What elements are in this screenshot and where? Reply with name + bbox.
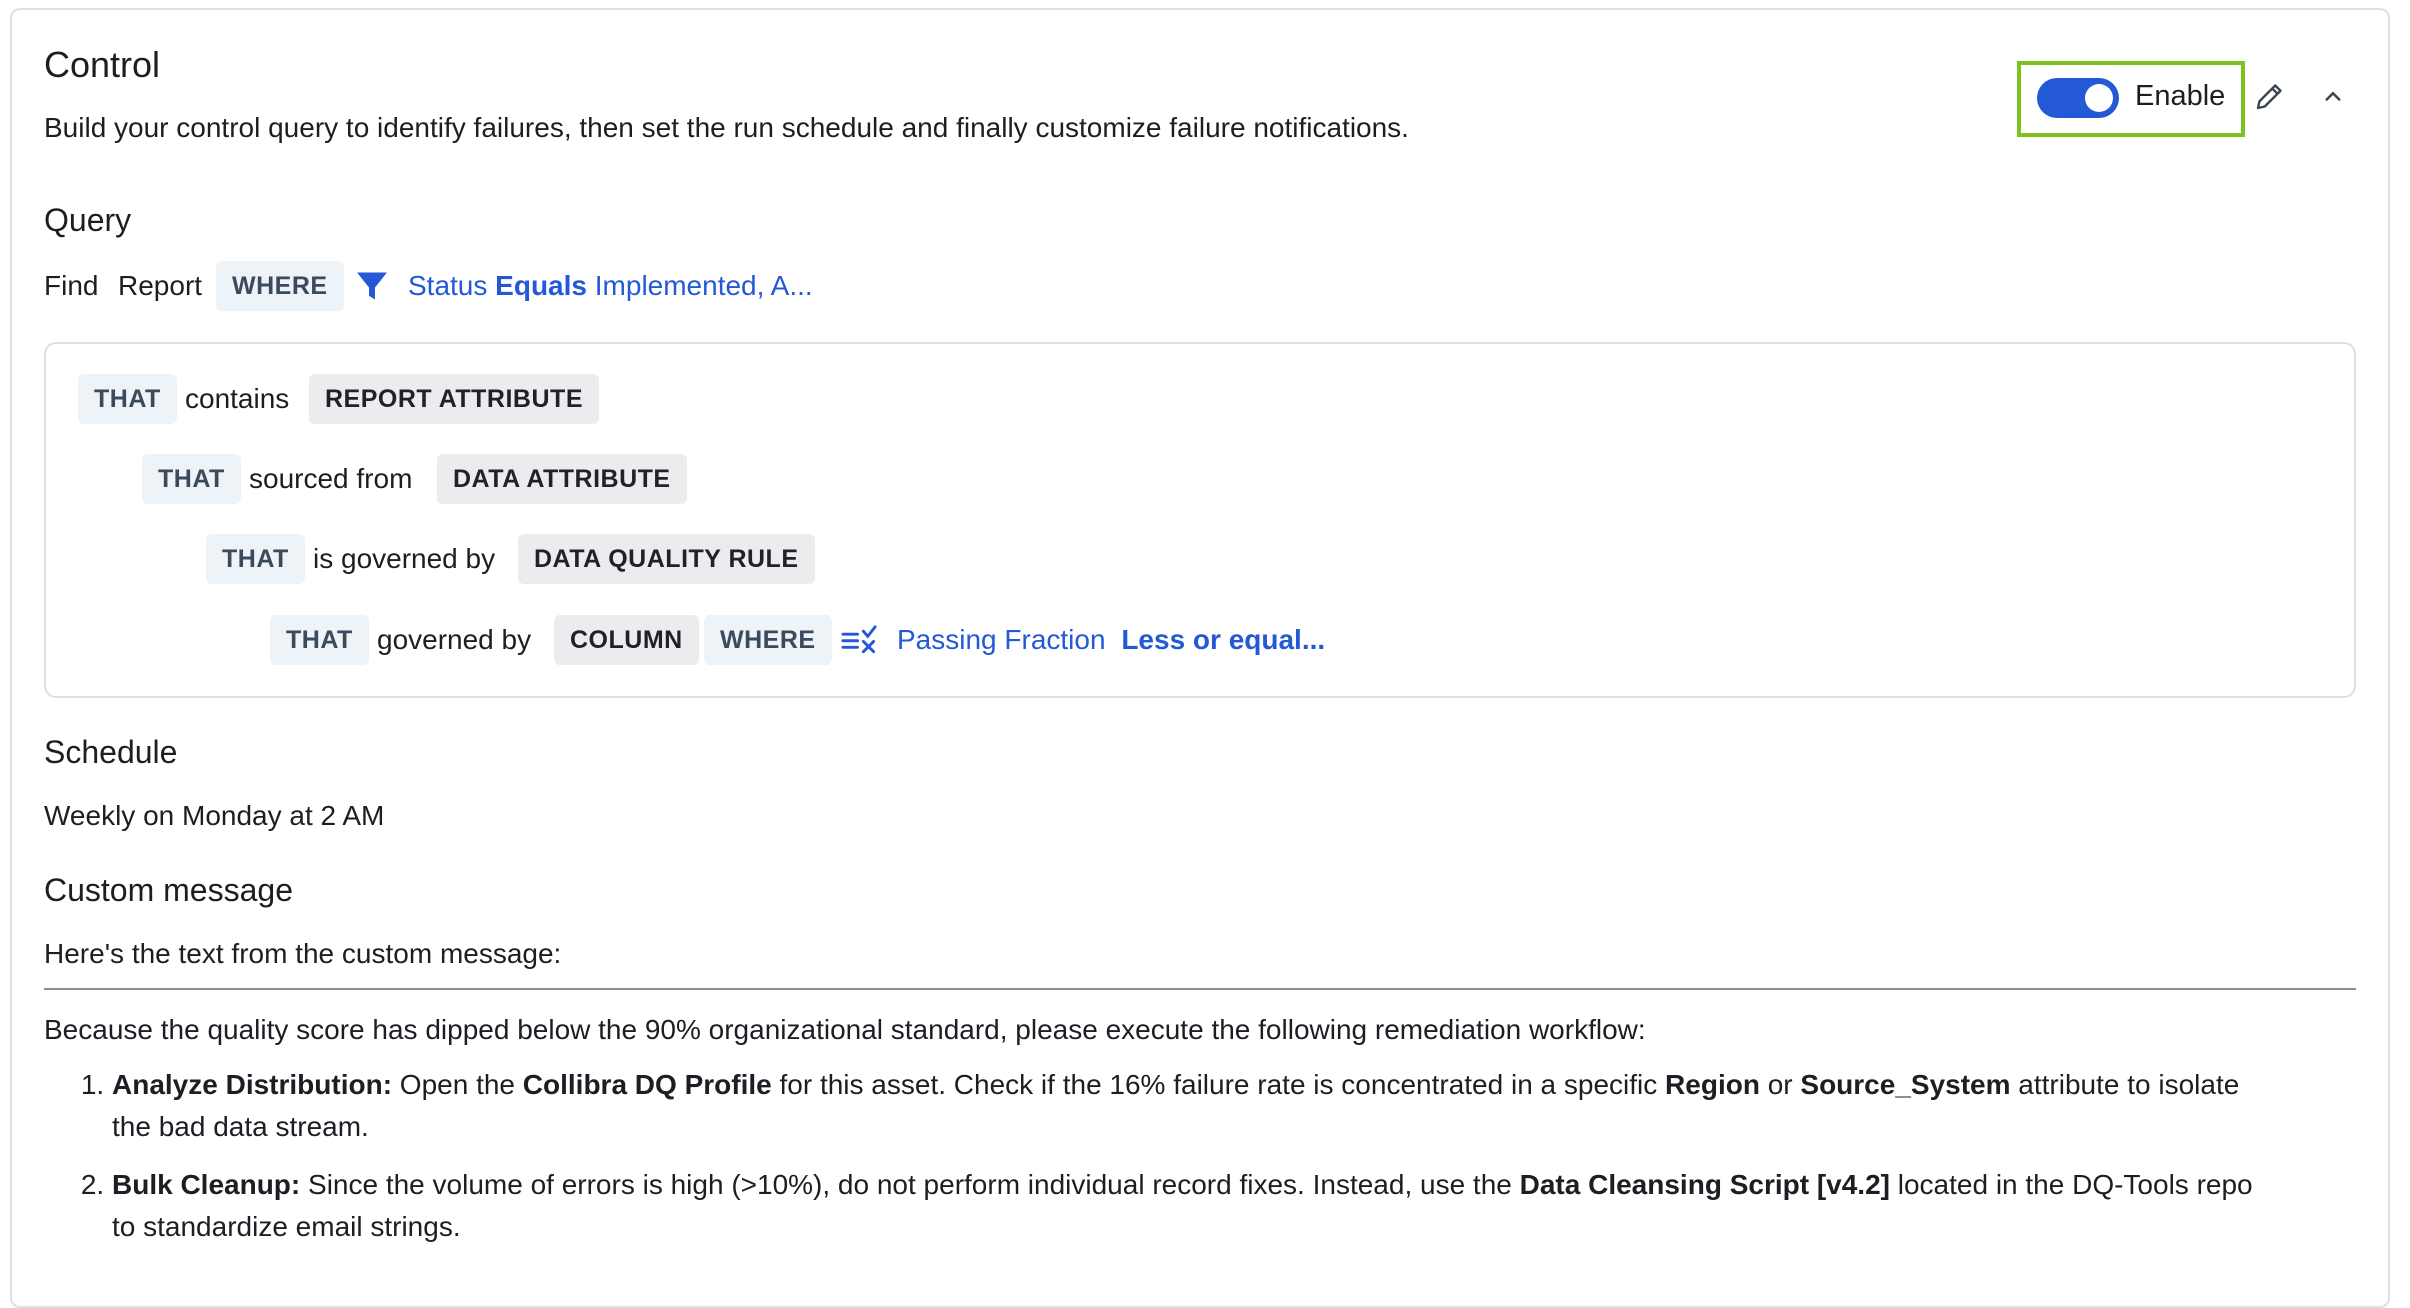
filter-value: Implemented, A... <box>594 270 813 301</box>
relation-4-label: governed by <box>377 624 532 655</box>
custom-message-divider <box>44 988 2356 990</box>
relation-4-entity[interactable]: COLUMN <box>554 615 699 665</box>
schedule-value: Weekly on Monday at 2 AM <box>44 800 385 831</box>
filter-funnel-icon[interactable] <box>354 268 390 304</box>
column-filter-operator: Less or equal... <box>1121 624 1326 655</box>
find-label: Find <box>44 270 99 301</box>
custom-message-title: Custom message <box>44 872 293 908</box>
relation-2-entity[interactable]: DATA ATTRIBUTE <box>437 454 687 504</box>
query-title: Query <box>44 202 132 238</box>
relation-1-label: contains <box>185 383 290 414</box>
edit-pencil-icon[interactable] <box>2252 78 2288 114</box>
relation-2-label: sourced from <box>249 463 413 494</box>
control-title: Control <box>44 44 161 85</box>
control-description: Build your control query to identify fai… <box>44 112 1409 143</box>
enable-toggle[interactable] <box>2037 78 2119 118</box>
relation-3-keyword: THAT <box>206 534 305 584</box>
where-keyword: WHERE <box>216 261 344 311</box>
filter-field: Status <box>408 270 488 301</box>
column-filter-link[interactable]: Passing Fraction Less or equal... <box>897 624 1325 656</box>
relation-2-keyword: THAT <box>142 454 241 504</box>
collapse-chevron-icon[interactable] <box>2318 82 2348 112</box>
query-filter-link[interactable]: Status Equals Implemented, A... <box>408 270 813 302</box>
toggle-knob <box>2085 84 2113 112</box>
asset-type-report[interactable]: Report <box>118 270 202 302</box>
custom-message-intro: Here's the text from the custom message: <box>44 938 562 969</box>
custom-message-body-intro: Because the quality score has dipped bel… <box>44 1014 1646 1045</box>
relation-4-keyword: THAT <box>270 615 369 665</box>
list-item: Bulk Cleanup: Since the volume of errors… <box>112 1164 2260 1248</box>
relation-1-keyword: THAT <box>78 374 177 424</box>
enable-label: Enable <box>2135 80 2226 112</box>
relation-1-entity[interactable]: REPORT ATTRIBUTE <box>309 374 599 424</box>
list-item: Analyze Distribution: Open the Collibra … <box>112 1064 2260 1148</box>
column-filter-icon[interactable] <box>840 622 878 658</box>
column-filter-field: Passing Fraction <box>897 624 1106 655</box>
relation-4-where-keyword: WHERE <box>704 615 832 665</box>
schedule-title: Schedule <box>44 734 178 770</box>
relation-3-label: is governed by <box>313 543 496 574</box>
remediation-steps: Analyze Distribution: Open the Collibra … <box>80 1064 2260 1264</box>
relation-3-entity[interactable]: DATA QUALITY RULE <box>518 534 815 584</box>
filter-operator: Equals <box>495 270 587 301</box>
